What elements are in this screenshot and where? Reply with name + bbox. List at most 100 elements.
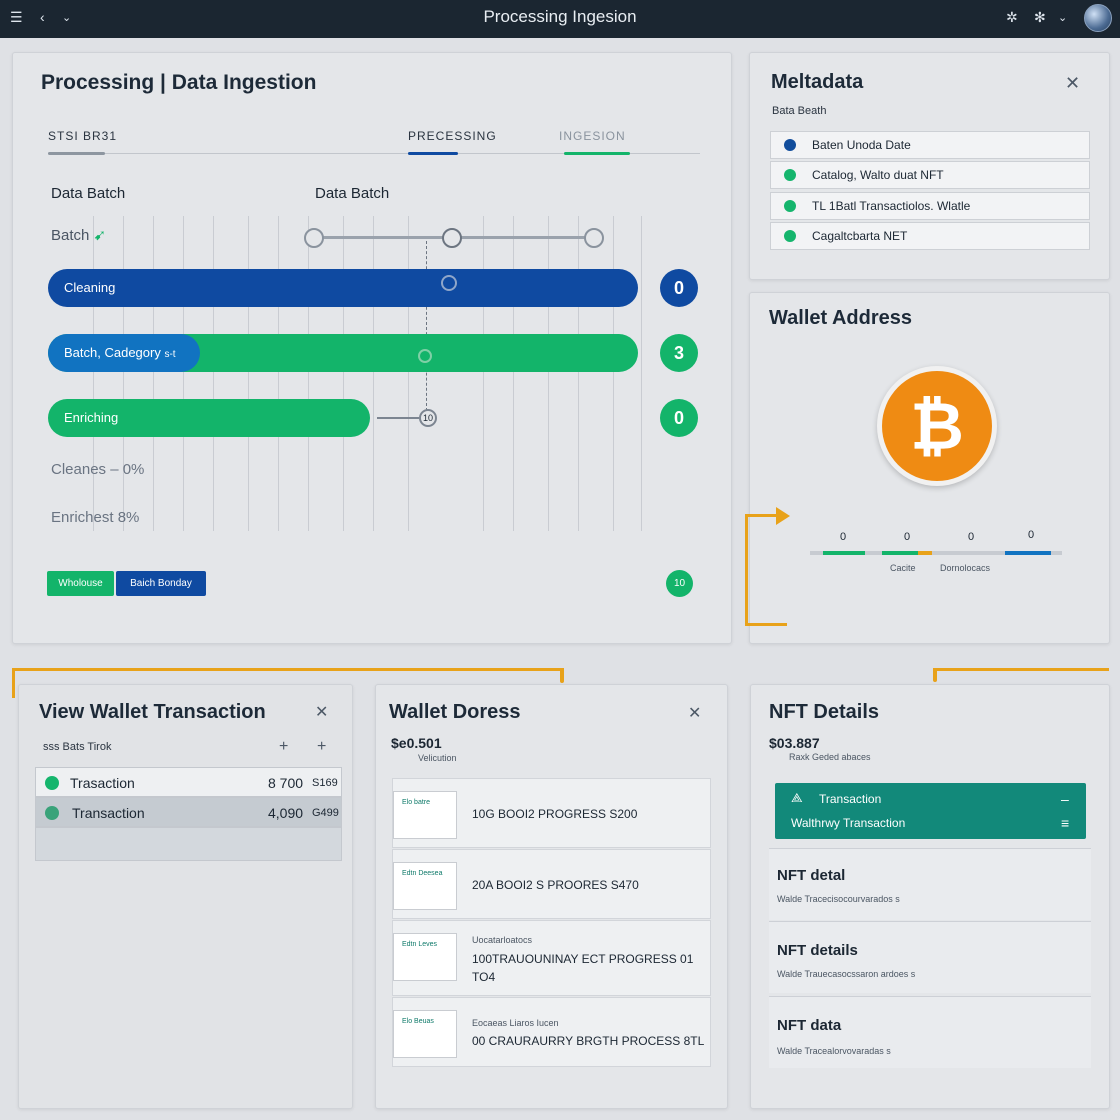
list-item[interactable]: Edtn Leves Uocatarloatocs 100TRAUOUNINAY… [392,920,711,996]
window-title: Processing Ingesion [483,7,637,26]
chevron-down-icon[interactable]: ⌄ [1058,11,1067,24]
card-subtext: Uocatarloatocs [472,935,533,945]
range-handle[interactable] [584,228,604,248]
range-handle[interactable] [304,228,324,248]
column-label: Data Batch [51,185,126,202]
tab-ingestion[interactable]: INGESION [559,129,626,143]
count-badge: 0 [660,269,698,307]
connector-line [12,668,15,698]
tab-indicator [48,152,105,155]
tab-indicator [408,152,458,155]
progress-bar-enriching[interactable]: Enriching [48,399,370,437]
settings-icon[interactable]: ✲ [1006,9,1018,26]
avatar[interactable] [1084,4,1112,32]
panel-title: View Wallet Transaction [39,701,266,723]
menu-icon[interactable]: ≡ [1061,815,1069,831]
close-icon[interactable]: ✕ [1065,73,1080,94]
metric-label: Cacite [890,563,916,573]
list-item[interactable]: TL 1Batl Transactiolos. Wlatle [770,192,1090,220]
metric-fill [918,551,932,555]
arrow-icon [776,507,790,525]
connector-line [933,668,1109,671]
add-icon[interactable]: + [279,738,288,756]
list-item[interactable]: Elo batre 10G BOOI2 PROGRESS S200 [392,778,711,848]
progress-bar-cleaning[interactable]: Cleaning [48,269,638,307]
top-bar: ☰ ‹ ⌄ Processing Ingesion ✲ ✻ ⌄ [0,0,1120,38]
list-item[interactable]: Elo Beuas Eocaeas Liaros Iucen 00 CRAURA… [392,997,711,1067]
thumbnail: Elo batre [393,791,457,839]
tab-status[interactable]: STSI BR31 [48,129,117,143]
panel-subtitle: sss Bats Tirok [43,741,112,753]
wallet-address-panel: Wallet Address ₿ 0 0 0 0 Cacite Dornoloc… [749,292,1110,644]
processing-panel: Processing | Data Ingestion STSI BR31 PR… [12,52,732,644]
item-subtitle: Walde Tracecisocourvarados s [777,894,900,904]
status-badge[interactable]: 10 [666,570,693,597]
tab-processing[interactable]: PRECESSING [408,129,497,143]
list-item[interactable]: Catalog, Walto duat NFT [770,161,1090,189]
list-item[interactable]: Edtn Deesea 20A BOOI2 S PROORES S470 [392,849,711,919]
row-label: Batch ➹ [51,227,107,244]
amount: $03.887 [769,735,820,751]
connector-line [933,668,937,682]
list-item[interactable]: NFT data Walde Tracealorvovaradas s [769,996,1091,1068]
table-row[interactable] [35,827,342,861]
item-title: NFT data [777,1017,842,1034]
status-dot [45,806,59,820]
stat-text: Enrichest 8% [51,509,140,526]
metric-value: 0 [968,531,975,543]
gear-icon[interactable]: ✻ [1034,9,1046,26]
table-row[interactable]: Trasaction 8 700 S169 [35,767,342,797]
bitcoin-icon: ₿ [877,366,997,486]
metric-value: 0 [840,531,847,543]
amount-label: Velicution [418,753,457,763]
item-title: NFT detal [777,867,846,884]
tab-indicator [564,152,630,155]
item-title: NFT details [777,942,858,959]
thumbnail: Edtn Leves [393,933,457,981]
bar-segment: Batch, Cadegory s-t [48,334,200,372]
panel-subtitle: Bata Beath [772,105,827,117]
panel-title: Meltadata [771,71,864,93]
list-item[interactable]: NFT detal Walde Tracecisocourvarados s [769,848,1091,920]
bar-marker [441,275,457,291]
item-subtitle: Walde Trauecasocssaron ardoes s [777,969,916,979]
page-title: Processing | Data Ingestion [41,71,317,94]
metric-fill [823,551,865,555]
card-text: 20A BOOI2 S PROORES S470 [472,878,639,892]
add-icon[interactable]: + [317,738,326,756]
count-badge: 0 [660,399,698,437]
row-amount: 4,090 [268,805,304,821]
connector-line [12,668,564,671]
close-icon[interactable]: ✕ [315,702,328,722]
batch-button[interactable]: Baich Bonday [116,571,206,596]
table-row[interactable]: Transaction 4,090 G499 [35,797,342,827]
row-extra: S169 [312,777,338,789]
metric-label: Dornolocacs [940,563,991,573]
banner-line: Walthrwy Transaction [791,816,906,830]
amount-label: Raxk Geded abaces [789,752,871,762]
close-icon[interactable]: ✕ [688,703,701,723]
view-wallet-panel: View Wallet Transaction ✕ sss Bats Tirok… [18,684,353,1109]
panel-title: Wallet Address [769,307,912,329]
dashed-connector [426,241,427,411]
card-subtext: Eocaeas Liaros Iucen [472,1018,559,1028]
amount: $e0.501 [391,735,442,751]
column-label: Data Batch [315,185,390,202]
wholouse-button[interactable]: Wholouse [47,571,114,596]
count-badge: 3 [660,334,698,372]
connector-line [745,514,777,517]
list-item[interactable]: NFT details Walde Trauecasocssaron ardoe… [769,921,1091,993]
stat-text: Cleanes – 0% [51,461,145,478]
minus-icon[interactable]: – [1061,791,1069,807]
range-handle[interactable] [442,228,462,248]
connector-line [745,514,748,626]
panel-title: NFT Details [769,701,880,723]
metric-value: 0 [1028,529,1035,541]
banner-line: Transaction [819,792,882,806]
item-subtitle: Walde Tracealorvovaradas s [777,1046,891,1056]
list-item[interactable]: Cagaltcbarta NET [770,222,1090,250]
list-item[interactable]: Baten Unoda Date [770,131,1090,159]
metric-fill [882,551,918,555]
transaction-banner[interactable]: ⟁ Transaction Walthrwy Transaction – ≡ [775,783,1086,839]
row-label: Transaction [72,805,145,821]
